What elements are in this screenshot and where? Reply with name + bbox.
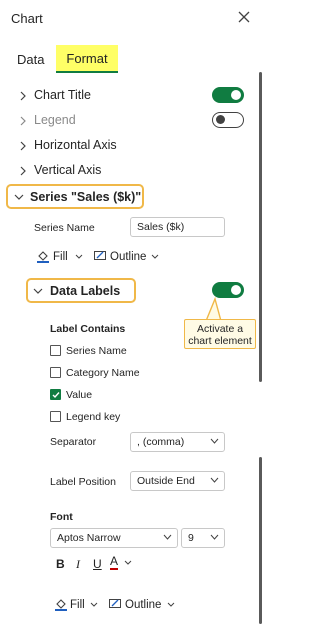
chevron-right-icon[interactable] bbox=[18, 116, 28, 126]
checkbox-legend-key-label: Legend key bbox=[66, 411, 121, 423]
chevron-down-icon[interactable] bbox=[75, 254, 83, 260]
scrollbar-thumb-lower[interactable] bbox=[259, 507, 262, 624]
label-position-value: Outside End bbox=[137, 475, 195, 487]
fill-bucket-icon[interactable] bbox=[36, 249, 50, 263]
section-chart-title[interactable]: Chart Title bbox=[34, 88, 91, 102]
label-contains-heading: Label Contains bbox=[50, 323, 126, 335]
data-labels-toggle[interactable] bbox=[212, 282, 244, 298]
activate-callout: Activate a chart element bbox=[184, 319, 256, 349]
check-icon bbox=[52, 392, 60, 399]
chevron-down-icon[interactable] bbox=[14, 192, 24, 202]
checkbox-value-label: Value bbox=[66, 389, 93, 401]
scrollbar-thumb-upper[interactable] bbox=[259, 72, 262, 382]
chevron-down-icon bbox=[163, 534, 172, 540]
chevron-down-icon[interactable] bbox=[167, 602, 175, 608]
scrollbar[interactable] bbox=[259, 72, 263, 624]
section-horizontal-axis[interactable]: Horizontal Axis bbox=[34, 138, 117, 152]
tab-data[interactable]: Data bbox=[17, 52, 44, 67]
tab-format[interactable]: Format bbox=[56, 45, 118, 73]
chevron-down-icon bbox=[210, 477, 219, 483]
separator-select[interactable]: , (comma) bbox=[130, 432, 225, 452]
panel-title: Chart bbox=[11, 11, 43, 26]
label-position-label: Label Position bbox=[50, 476, 116, 488]
checkbox-legend-key[interactable] bbox=[50, 411, 61, 422]
chevron-right-icon[interactable] bbox=[18, 141, 28, 151]
section-vertical-axis[interactable]: Vertical Axis bbox=[34, 163, 101, 177]
label-position-select[interactable]: Outside End bbox=[130, 471, 225, 491]
checkbox-category-name[interactable] bbox=[50, 367, 61, 378]
series-name-label: Series Name bbox=[34, 222, 95, 234]
checkbox-category-name-label: Category Name bbox=[66, 367, 140, 379]
chevron-down-icon bbox=[210, 438, 219, 444]
chevron-right-icon[interactable] bbox=[18, 166, 28, 176]
section-data-labels[interactable]: Data Labels bbox=[50, 284, 120, 298]
font-family-select[interactable]: Aptos Narrow bbox=[50, 528, 178, 548]
checkbox-series-name[interactable] bbox=[50, 345, 61, 356]
underline-button[interactable]: U bbox=[93, 557, 102, 571]
series-name-input[interactable]: Sales ($k) bbox=[130, 217, 225, 237]
bottom-fill-button[interactable]: Fill bbox=[70, 599, 85, 611]
section-legend[interactable]: Legend bbox=[34, 113, 76, 127]
font-heading: Font bbox=[50, 511, 73, 523]
fill-bucket-icon[interactable] bbox=[54, 597, 68, 611]
pen-outline-icon[interactable] bbox=[108, 597, 122, 611]
legend-toggle[interactable] bbox=[212, 112, 244, 128]
separator-value: , (comma) bbox=[137, 436, 185, 448]
checkbox-series-name-label: Series Name bbox=[66, 345, 127, 357]
italic-button[interactable]: I bbox=[76, 557, 80, 572]
close-icon[interactable] bbox=[238, 11, 250, 23]
chevron-right-icon[interactable] bbox=[18, 91, 28, 101]
font-size-value: 9 bbox=[188, 532, 194, 544]
chart-title-toggle[interactable] bbox=[212, 87, 244, 103]
font-family-value: Aptos Narrow bbox=[57, 532, 121, 544]
chevron-down-icon[interactable] bbox=[33, 286, 43, 296]
bottom-outline-button[interactable]: Outline bbox=[125, 599, 161, 611]
chevron-down-icon[interactable] bbox=[90, 602, 98, 608]
chevron-down-icon bbox=[210, 534, 219, 540]
fill-button[interactable]: Fill bbox=[53, 251, 68, 263]
separator-label: Separator bbox=[50, 436, 97, 448]
outline-button[interactable]: Outline bbox=[110, 251, 146, 263]
section-series[interactable]: Series "Sales ($k)" bbox=[30, 190, 141, 204]
chevron-down-icon[interactable] bbox=[124, 560, 132, 566]
pen-outline-icon[interactable] bbox=[93, 249, 107, 263]
font-color-button[interactable]: A bbox=[110, 555, 119, 570]
font-size-select[interactable]: 9 bbox=[181, 528, 225, 548]
bold-button[interactable]: B bbox=[56, 557, 65, 571]
checkbox-value[interactable] bbox=[50, 389, 61, 400]
chevron-down-icon[interactable] bbox=[151, 254, 159, 260]
